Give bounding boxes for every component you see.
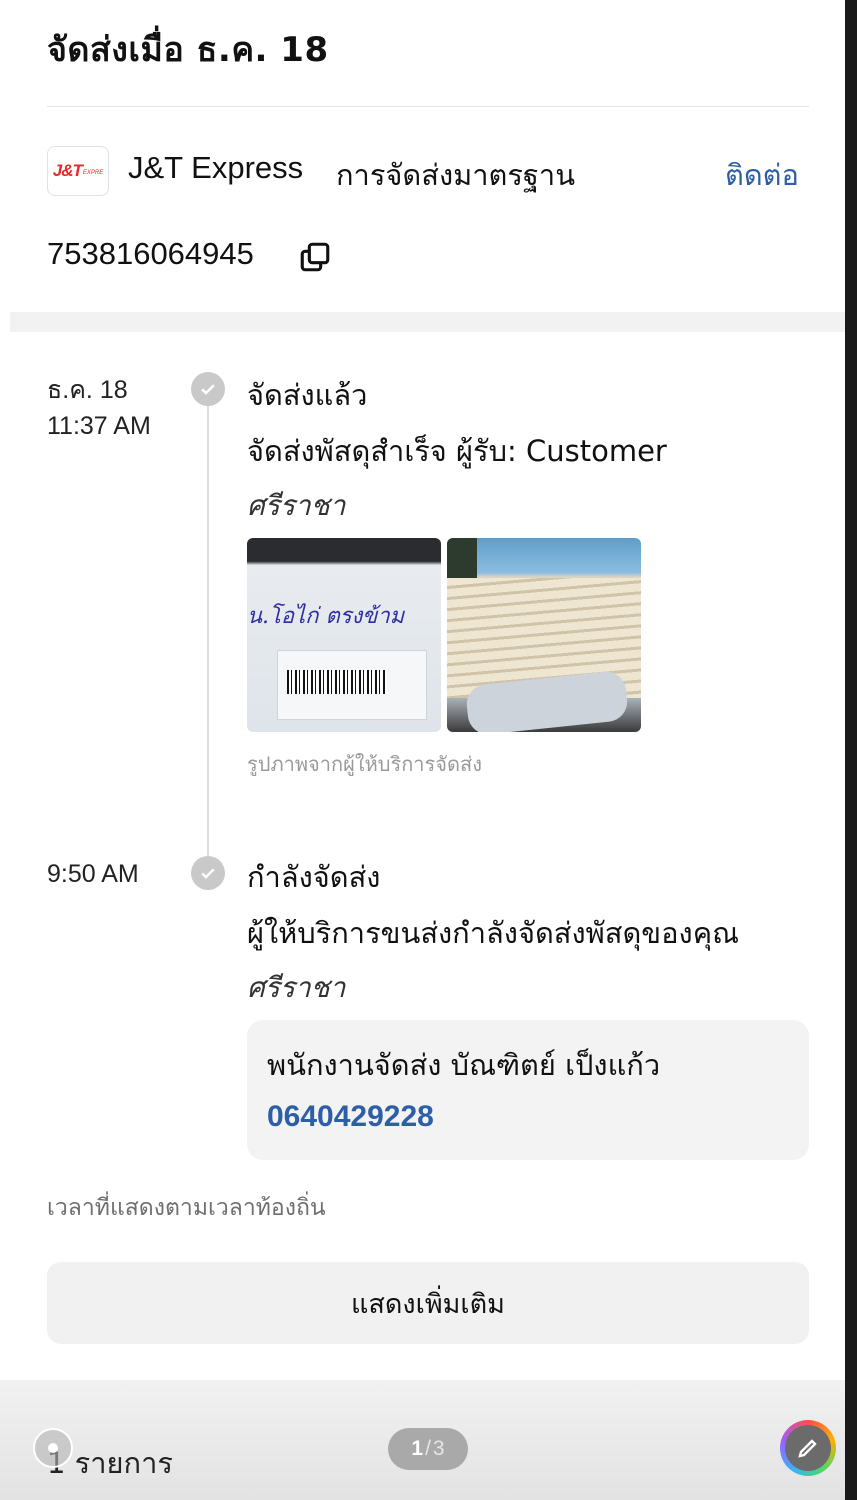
- delivery-photo-1[interactable]: น.โอไก่ ตรงข้าม: [247, 538, 441, 732]
- event-title: กำลังจัดส่ง: [247, 860, 381, 894]
- edit-pencil-icon[interactable]: [780, 1420, 836, 1476]
- divider: [47, 106, 809, 107]
- courier-info-box: พนักงานจัดส่ง บัณฑิตย์ เป็งแก้ว 06404292…: [247, 1020, 809, 1160]
- event-time: 11:37 AM: [47, 412, 151, 440]
- page-title: จัดส่งเมื่อ ธ.ค. 18: [47, 30, 329, 70]
- barcode: [287, 670, 387, 694]
- page-separator: /: [425, 1437, 431, 1460]
- carrier-logo: J&T EXPRE: [47, 146, 109, 196]
- courier-phone-link[interactable]: 0640429228: [267, 1100, 434, 1134]
- photo-shadow: [447, 538, 477, 578]
- contact-link[interactable]: ติดต่อ: [725, 152, 799, 198]
- carrier-service: การจัดส่งมาตรฐาน: [336, 158, 576, 192]
- event-description: ผู้ให้บริการขนส่งกำลังจัดส่งพัสดุของคุณ: [247, 916, 739, 950]
- page-indicator: 1 / 3: [388, 1428, 468, 1470]
- event-title: จัดส่งแล้ว: [247, 378, 368, 412]
- check-icon: [191, 856, 225, 890]
- screen-edge: [845, 0, 857, 1500]
- section-separator: [10, 312, 845, 332]
- event-description: จัดส่งพัสดุสำเร็จ ผู้รับ: Customer: [247, 434, 667, 468]
- carrier-name: J&T Express: [128, 150, 304, 185]
- local-time-note: เวลาที่แสดงตามเวลาท้องถิ่น: [47, 1195, 326, 1221]
- photo-handwriting: น.โอไก่ ตรงข้าม: [247, 604, 405, 629]
- event-location: ศรีราชา: [247, 489, 346, 522]
- select-circle-icon[interactable]: [33, 1428, 73, 1468]
- check-icon: [191, 372, 225, 406]
- event-date: ธ.ค. 18: [47, 376, 128, 404]
- show-more-button[interactable]: แสดงเพิ่มเติม: [47, 1262, 809, 1344]
- timeline-line: [207, 396, 209, 856]
- event-time: 9:50 AM: [47, 860, 139, 888]
- carrier-logo-text: J&T: [52, 161, 83, 180]
- tracking-number: 753816064945: [47, 236, 254, 271]
- delivery-photo-2[interactable]: [447, 538, 641, 732]
- courier-label: พนักงานจัดส่ง บัณฑิตย์ เป็งแก้ว: [267, 1048, 661, 1082]
- shipment-header: จัดส่งเมื่อ ธ.ค. 18 J&T EXPRE J&T Expres…: [10, 0, 845, 312]
- photo-caption: รูปภาพจากผู้ให้บริการจัดส่ง: [247, 752, 482, 776]
- carrier-logo-small: EXPRE: [82, 170, 104, 176]
- page-current: 1: [411, 1437, 424, 1460]
- copy-icon[interactable]: [298, 240, 332, 274]
- page-total: 3: [432, 1437, 445, 1460]
- event-location: ศรีราชา: [247, 971, 346, 1004]
